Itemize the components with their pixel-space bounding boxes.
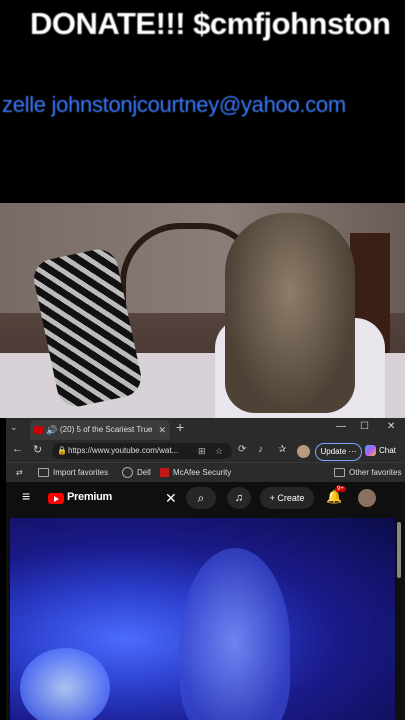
url-text[interactable]: https://www.youtube.com/wat... [68,443,188,459]
update-button[interactable]: Update ⋯ [315,443,362,461]
folder-icon [334,468,345,478]
favorites-bar-icon[interactable]: ⇄ [16,463,23,482]
refresh-icon[interactable]: ↻ [33,443,42,456]
tab-close-icon[interactable]: ✕ [158,420,166,440]
app-icon[interactable]: ⊞ [198,443,206,459]
close-window-icon[interactable]: ✕ [387,421,395,432]
chat-label: Chat [379,446,396,455]
maximize-icon[interactable]: ☐ [360,421,369,432]
other-favorites-label: Other favorites [349,468,402,477]
speaker-icon[interactable]: 🔊 [46,420,57,440]
tab-bar: ⌄ 🔊 (20) 5 of the Scariest True Sto ✕ + … [6,418,405,440]
new-tab-icon[interactable]: + [176,419,184,435]
youtube-logo-icon[interactable] [48,493,64,504]
read-aloud-icon[interactable]: ♪ [258,444,263,455]
stream-overlay: DONATE!!! $cmfjohnston zelle johnstonjco… [0,0,405,200]
favorite-dell-label: Dell [137,468,151,477]
copilot-icon [365,445,376,457]
profile-avatar[interactable] [297,445,310,458]
other-favorites[interactable]: Other favorites [334,463,401,482]
dell-icon [122,467,133,479]
copilot-chat-button[interactable]: Chat [365,443,396,459]
mcafee-icon [160,468,169,478]
video-player[interactable] [10,518,395,720]
account-avatar[interactable] [358,489,376,507]
menu-icon[interactable]: ≡ [22,488,30,504]
favorite-import-label: Import favorites [53,468,109,477]
page-scrollbar[interactable] [397,522,401,578]
search-icon[interactable]: ⌕ [186,487,216,509]
folder-icon [38,468,49,478]
minimize-icon[interactable]: — [336,421,346,432]
notification-badge: 9+ [335,486,346,492]
close-search-icon[interactable]: ✕ [165,490,177,507]
favorites-bar: ⇄ Import favorites Dell McAfee Security … [6,462,405,483]
tab-youtube[interactable]: 🔊 (20) 5 of the Scariest True Sto ✕ [30,420,170,440]
youtube-header: ≡ Premium ✕ ⌕ ♫ + Create 🔔 9+ [6,482,405,516]
favorite-dell[interactable]: Dell [122,463,151,482]
lock-icon: 🔒 [57,446,67,455]
video-light [20,648,110,720]
youtube-page: ≡ Premium ✕ ⌕ ♫ + Create 🔔 9+ [6,482,405,720]
star-icon[interactable]: ☆ [215,443,223,459]
favorites-icon[interactable]: ✰ [278,444,286,455]
favorite-mcafee[interactable]: McAfee Security [160,463,231,482]
address-bar[interactable]: 🔒 https://www.youtube.com/wat... ⊞ ☆ [52,443,232,459]
webcam-feed [0,203,405,418]
create-button[interactable]: + Create [260,487,314,509]
back-icon[interactable]: ← [12,443,23,455]
address-row: ← ↻ 🔒 https://www.youtube.com/wat... ⊞ ☆… [6,440,405,462]
youtube-favicon-icon [34,426,43,434]
tab-title: (20) 5 of the Scariest True Sto [60,425,152,434]
tab-actions-icon[interactable]: ⌄ [10,422,18,433]
favorite-mcafee-label: McAfee Security [173,468,232,477]
microphone-icon[interactable]: ♫ [227,487,251,509]
video-figure [180,548,290,720]
donate-text: DONATE!!! $cmfjohnston [30,6,391,41]
extension-icon[interactable]: ⟳ [238,444,246,455]
person-hair [225,213,355,413]
browser-window: ⌄ 🔊 (20) 5 of the Scariest True Sto ✕ + … [6,418,405,720]
zelle-text: zelle johnstonjcourtney@yahoo.com [2,92,346,117]
youtube-brand[interactable]: Premium [67,491,112,503]
favorite-import[interactable]: Import favorites [38,463,108,482]
